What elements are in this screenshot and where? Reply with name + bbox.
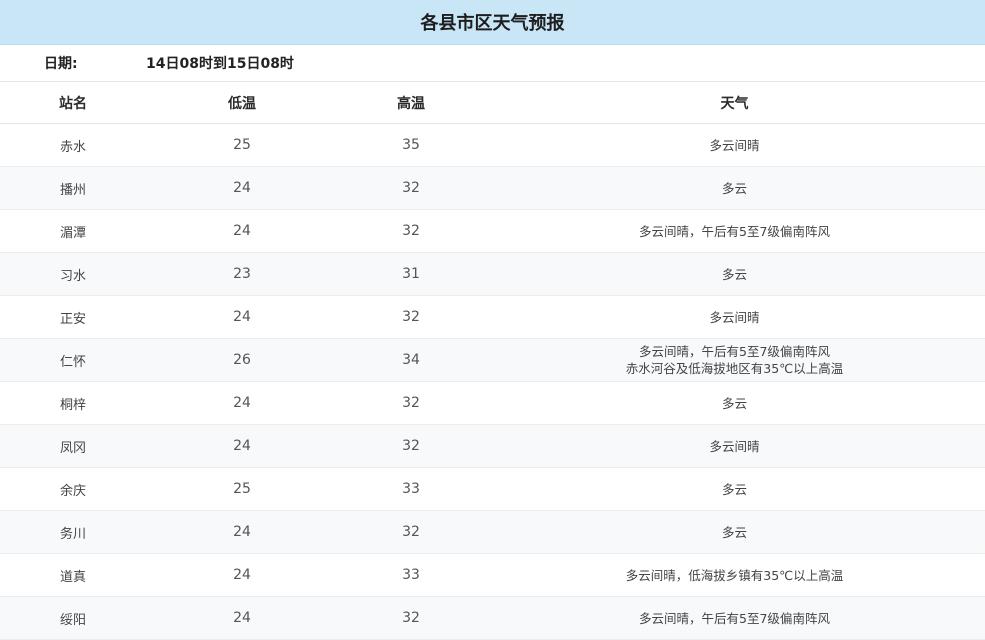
table-header-row: 站名 低温 高温 天气 xyxy=(0,82,985,124)
weather-text: 多云 xyxy=(721,395,747,411)
weather-cell: 多云 xyxy=(484,510,985,554)
forecast-panel: 各县市区天气预报 日期: 14日08时到15日08时 站名 低温 高温 天气 赤… xyxy=(0,0,985,640)
high-temp-cell: 32 xyxy=(338,295,484,339)
low-temp-cell: 24 xyxy=(146,381,338,425)
weather-text: 多云间晴 xyxy=(709,309,760,325)
station-cell: 赤水 xyxy=(0,123,146,167)
weather-text: 多云间晴，午后有5至7级偏南阵风 xyxy=(639,610,830,626)
weather-text: 多云间晴，午后有5至7级偏南阵风 xyxy=(639,344,830,359)
station-cell: 仁怀 xyxy=(0,338,146,382)
station-cell: 桐梓 xyxy=(0,381,146,425)
weather-cell: 多云间晴，午后有5至7级偏南阵风 xyxy=(484,209,985,253)
table-row: 凤冈 24 32 多云间晴 xyxy=(0,424,985,468)
weather-text: 多云间晴 xyxy=(709,137,760,153)
header-high: 高温 xyxy=(338,82,484,124)
weather-cell: 多云间晴，低海拔乡镇有35℃以上高温 xyxy=(484,553,985,597)
weather-cell: 多云间晴，午后有5至7级偏南阵风 xyxy=(484,596,985,640)
low-temp-cell: 25 xyxy=(146,467,338,511)
weather-text: 多云间晴 xyxy=(709,438,760,454)
header-station: 站名 xyxy=(0,82,146,124)
low-temp-cell: 24 xyxy=(146,424,338,468)
weather-cell: 多云 xyxy=(484,252,985,296)
high-temp-cell: 32 xyxy=(338,596,484,640)
station-cell: 正安 xyxy=(0,295,146,339)
table-row: 余庆 25 33 多云 xyxy=(0,467,985,511)
date-value: 14日08时到15日08时 xyxy=(146,56,294,72)
table-row: 桐梓 24 32 多云 xyxy=(0,381,985,425)
weather-cell: 多云 xyxy=(484,166,985,210)
weather-text: 多云 xyxy=(721,180,747,196)
weather-cell: 多云间晴，午后有5至7级偏南阵风 赤水河谷及低海拔地区有35℃以上高温 xyxy=(484,338,985,382)
weather-cell: 多云 xyxy=(484,467,985,511)
low-temp-cell: 24 xyxy=(146,596,338,640)
table-row: 道真 24 33 多云间晴，低海拔乡镇有35℃以上高温 xyxy=(0,553,985,597)
low-temp-cell: 24 xyxy=(146,209,338,253)
high-temp-cell: 33 xyxy=(338,467,484,511)
low-temp-cell: 24 xyxy=(146,295,338,339)
weather-text: 赤水河谷及低海拔地区有35℃以上高温 xyxy=(625,361,844,376)
table-row: 赤水 25 35 多云间晴 xyxy=(0,123,985,167)
station-cell: 凤冈 xyxy=(0,424,146,468)
header-low: 低温 xyxy=(146,82,338,124)
table-row: 正安 24 32 多云间晴 xyxy=(0,295,985,339)
header-weather: 天气 xyxy=(484,82,985,124)
station-cell: 湄潭 xyxy=(0,209,146,253)
high-temp-cell: 32 xyxy=(338,424,484,468)
forecast-table: 站名 低温 高温 天气 赤水 25 35 多云间晴 播州 24 32 多云 湄潭 24 32 多云间晴… xyxy=(0,82,985,640)
date-label: 日期: xyxy=(44,56,78,72)
table-row: 湄潭 24 32 多云间晴，午后有5至7级偏南阵风 xyxy=(0,209,985,253)
station-cell: 道真 xyxy=(0,553,146,597)
station-cell: 务川 xyxy=(0,510,146,554)
low-temp-cell: 24 xyxy=(146,166,338,210)
station-cell: 绥阳 xyxy=(0,596,146,640)
low-temp-cell: 25 xyxy=(146,123,338,167)
weather-text: 多云间晴，低海拔乡镇有35℃以上高温 xyxy=(625,567,844,583)
table-row: 播州 24 32 多云 xyxy=(0,166,985,210)
date-row: 日期: 14日08时到15日08时 xyxy=(0,45,985,82)
table-row: 习水 23 31 多云 xyxy=(0,252,985,296)
high-temp-cell: 31 xyxy=(338,252,484,296)
table-row: 务川 24 32 多云 xyxy=(0,510,985,554)
station-cell: 余庆 xyxy=(0,467,146,511)
low-temp-cell: 23 xyxy=(146,252,338,296)
weather-cell: 多云间晴 xyxy=(484,295,985,339)
weather-cell: 多云间晴 xyxy=(484,123,985,167)
high-temp-cell: 33 xyxy=(338,553,484,597)
high-temp-cell: 35 xyxy=(338,123,484,167)
high-temp-cell: 32 xyxy=(338,510,484,554)
low-temp-cell: 24 xyxy=(146,510,338,554)
station-cell: 播州 xyxy=(0,166,146,210)
high-temp-cell: 34 xyxy=(338,338,484,382)
weather-text: 多云 xyxy=(721,481,747,497)
table-row: 仁怀 26 34 多云间晴，午后有5至7级偏南阵风 赤水河谷及低海拔地区有35℃以上高温 xyxy=(0,338,985,382)
table-row: 绥阳 24 32 多云间晴，午后有5至7级偏南阵风 xyxy=(0,596,985,640)
high-temp-cell: 32 xyxy=(338,209,484,253)
page-title: 各县市区天气预报 xyxy=(0,0,985,45)
weather-text: 多云间晴，午后有5至7级偏南阵风 xyxy=(639,223,830,239)
low-temp-cell: 26 xyxy=(146,338,338,382)
low-temp-cell: 24 xyxy=(146,553,338,597)
weather-text: 多云 xyxy=(721,266,747,282)
table-body: 赤水 25 35 多云间晴 播州 24 32 多云 湄潭 24 32 多云间晴，午后有5至7级偏南阵风… xyxy=(0,123,985,640)
station-cell: 习水 xyxy=(0,252,146,296)
weather-text: 多云 xyxy=(721,524,747,540)
high-temp-cell: 32 xyxy=(338,166,484,210)
weather-cell: 多云 xyxy=(484,381,985,425)
weather-cell: 多云间晴 xyxy=(484,424,985,468)
high-temp-cell: 32 xyxy=(338,381,484,425)
